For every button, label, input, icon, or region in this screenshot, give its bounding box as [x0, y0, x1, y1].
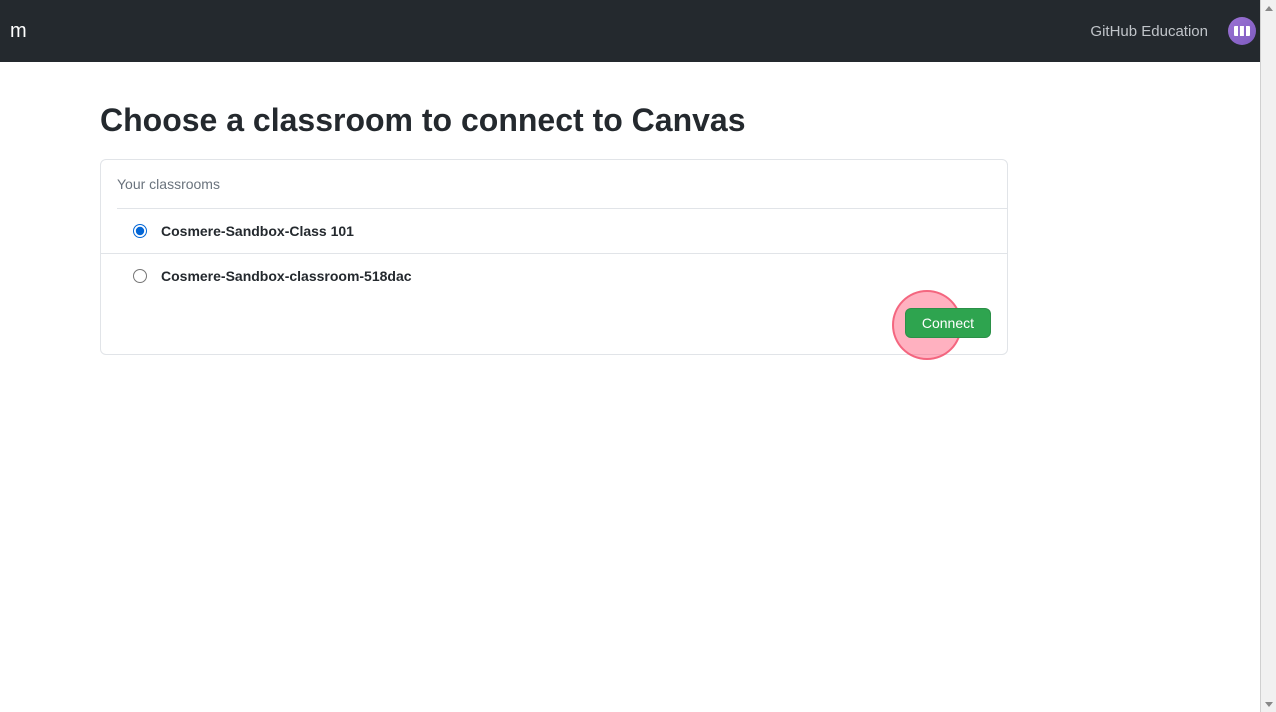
- connect-button[interactable]: Connect: [905, 308, 991, 338]
- scrollbar-down-icon[interactable]: [1261, 696, 1276, 712]
- classroom-label-0[interactable]: Cosmere-Sandbox-Class 101: [161, 223, 354, 239]
- page-title: Choose a classroom to connect to Canvas: [100, 102, 1176, 139]
- header: m GitHub Education: [0, 0, 1276, 62]
- logo-text: m: [10, 20, 27, 43]
- classroom-radio-1[interactable]: [133, 269, 147, 283]
- avatar[interactable]: [1228, 17, 1256, 45]
- classroom-item: Cosmere-Sandbox-Class 101: [117, 208, 1007, 253]
- scrollbar-up-icon[interactable]: [1261, 0, 1276, 16]
- classroom-box: Your classrooms Cosmere-Sandbox-Class 10…: [100, 159, 1008, 355]
- classroom-item: Cosmere-Sandbox-classroom-518dac: [101, 253, 1007, 298]
- button-row: Connect: [101, 298, 1007, 354]
- scrollbar[interactable]: [1260, 0, 1276, 712]
- github-education-link[interactable]: GitHub Education: [1090, 23, 1208, 40]
- classroom-radio-0[interactable]: [133, 224, 147, 238]
- classroom-label-1[interactable]: Cosmere-Sandbox-classroom-518dac: [161, 268, 412, 284]
- classroom-list: Cosmere-Sandbox-Class 101 Cosmere-Sandbo…: [101, 208, 1007, 298]
- main-content: Choose a classroom to connect to Canvas …: [0, 62, 1276, 395]
- header-right: GitHub Education: [1090, 17, 1256, 45]
- box-header: Your classrooms: [101, 160, 1007, 208]
